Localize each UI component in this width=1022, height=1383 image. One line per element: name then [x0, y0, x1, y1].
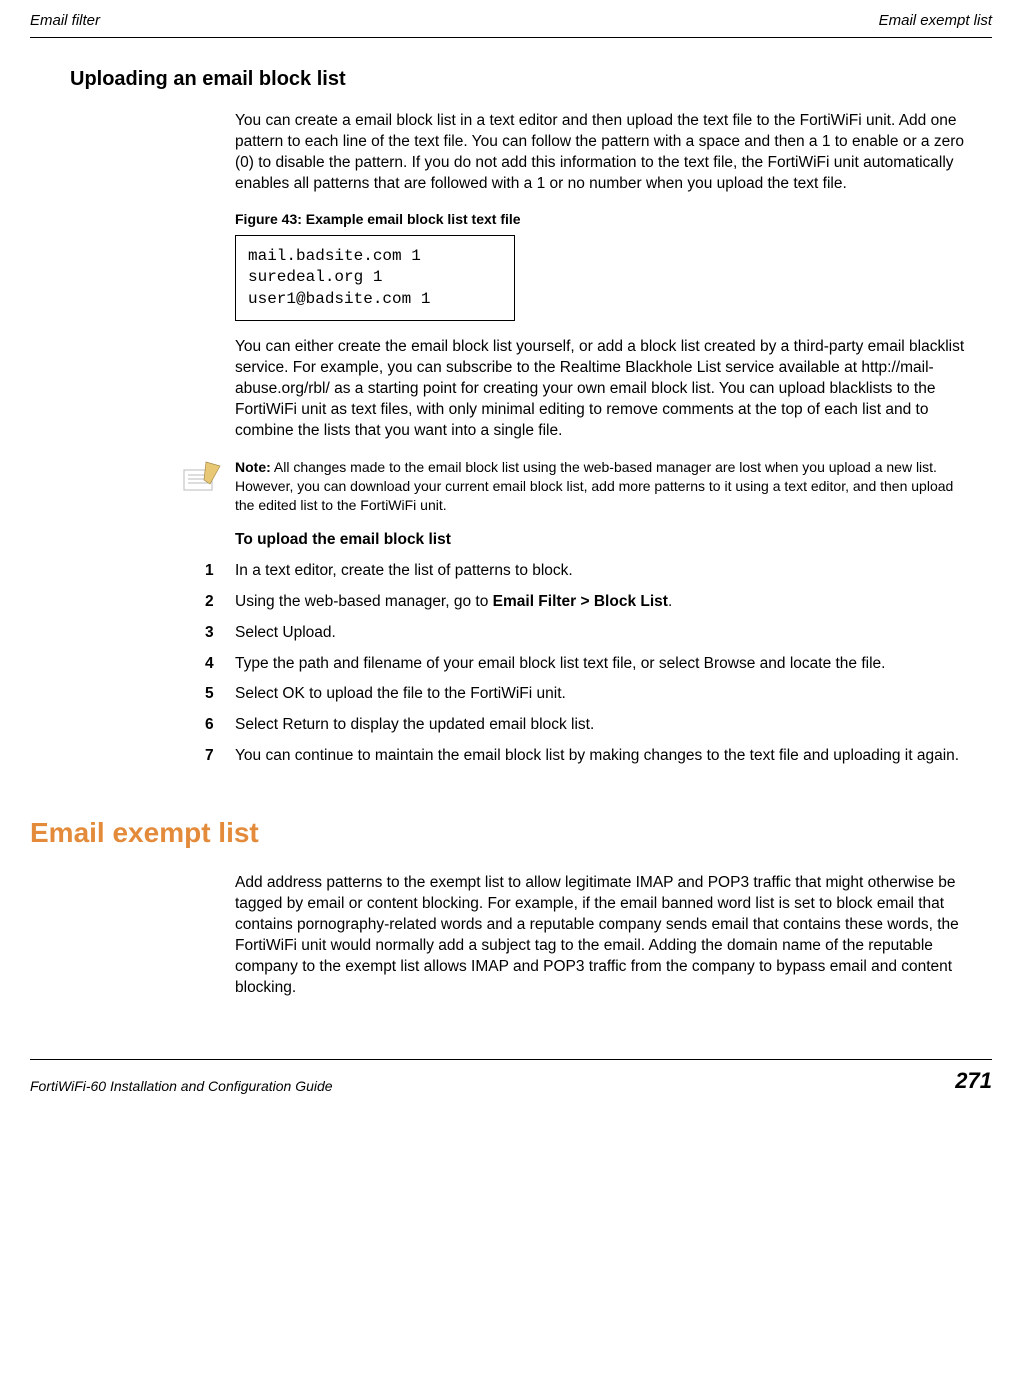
note-body: All changes made to the email block list… — [235, 459, 953, 513]
chapter-heading-exempt: Email exempt list — [30, 817, 992, 849]
step-text: Type the path and filename of your email… — [235, 654, 972, 675]
note-label: Note: — [235, 459, 271, 475]
para-upload-2: You can either create the email block li… — [235, 337, 972, 442]
step-1: 1 In a text editor, create the list of p… — [205, 561, 972, 582]
header-right: Email exempt list — [879, 12, 992, 29]
header-left: Email filter — [30, 12, 100, 29]
step-text: You can continue to maintain the email b… — [235, 746, 972, 767]
para-exempt: Add address patterns to the exempt list … — [235, 873, 972, 999]
step-text: Select OK to upload the file to the Fort… — [235, 684, 972, 705]
step-2: 2 Using the web-based manager, go to Ema… — [205, 592, 972, 613]
procedure-title: To upload the email block list — [235, 531, 992, 549]
page: Email filter Email exempt list Uploading… — [0, 0, 1022, 1114]
page-footer: FortiWiFi-60 Installation and Configurat… — [30, 1059, 992, 1094]
step-num: 1 — [205, 561, 235, 582]
step-4: 4 Type the path and filename of your ema… — [205, 654, 972, 675]
para-upload-1: You can create a email block list in a t… — [235, 111, 972, 195]
step-num: 7 — [205, 746, 235, 767]
footer-left: FortiWiFi-60 Installation and Configurat… — [30, 1078, 333, 1094]
step-num: 5 — [205, 684, 235, 705]
step-6: 6 Select Return to display the updated e… — [205, 715, 972, 736]
page-header: Email filter Email exempt list — [30, 12, 992, 38]
section-heading-upload: Uploading an email block list — [70, 68, 992, 91]
code-box: mail.badsite.com 1 suredeal.org 1 user1@… — [235, 235, 515, 322]
step-text: Select Upload. — [235, 623, 972, 644]
step-num: 3 — [205, 623, 235, 644]
note-icon — [180, 460, 225, 501]
page-number: 271 — [955, 1068, 992, 1094]
step-3: 3 Select Upload. — [205, 623, 972, 644]
note: Note: All changes made to the email bloc… — [180, 458, 972, 515]
figure-caption: Figure 43: Example email block list text… — [235, 211, 992, 227]
step-text: Using the web-based manager, go to Email… — [235, 592, 972, 613]
step-num: 4 — [205, 654, 235, 675]
step-text: Select Return to display the updated ema… — [235, 715, 972, 736]
step-5: 5 Select OK to upload the file to the Fo… — [205, 684, 972, 705]
step-num: 2 — [205, 592, 235, 613]
note-text: Note: All changes made to the email bloc… — [235, 458, 972, 515]
step-7: 7 You can continue to maintain the email… — [205, 746, 972, 767]
step-text: In a text editor, create the list of pat… — [235, 561, 972, 582]
step-num: 6 — [205, 715, 235, 736]
